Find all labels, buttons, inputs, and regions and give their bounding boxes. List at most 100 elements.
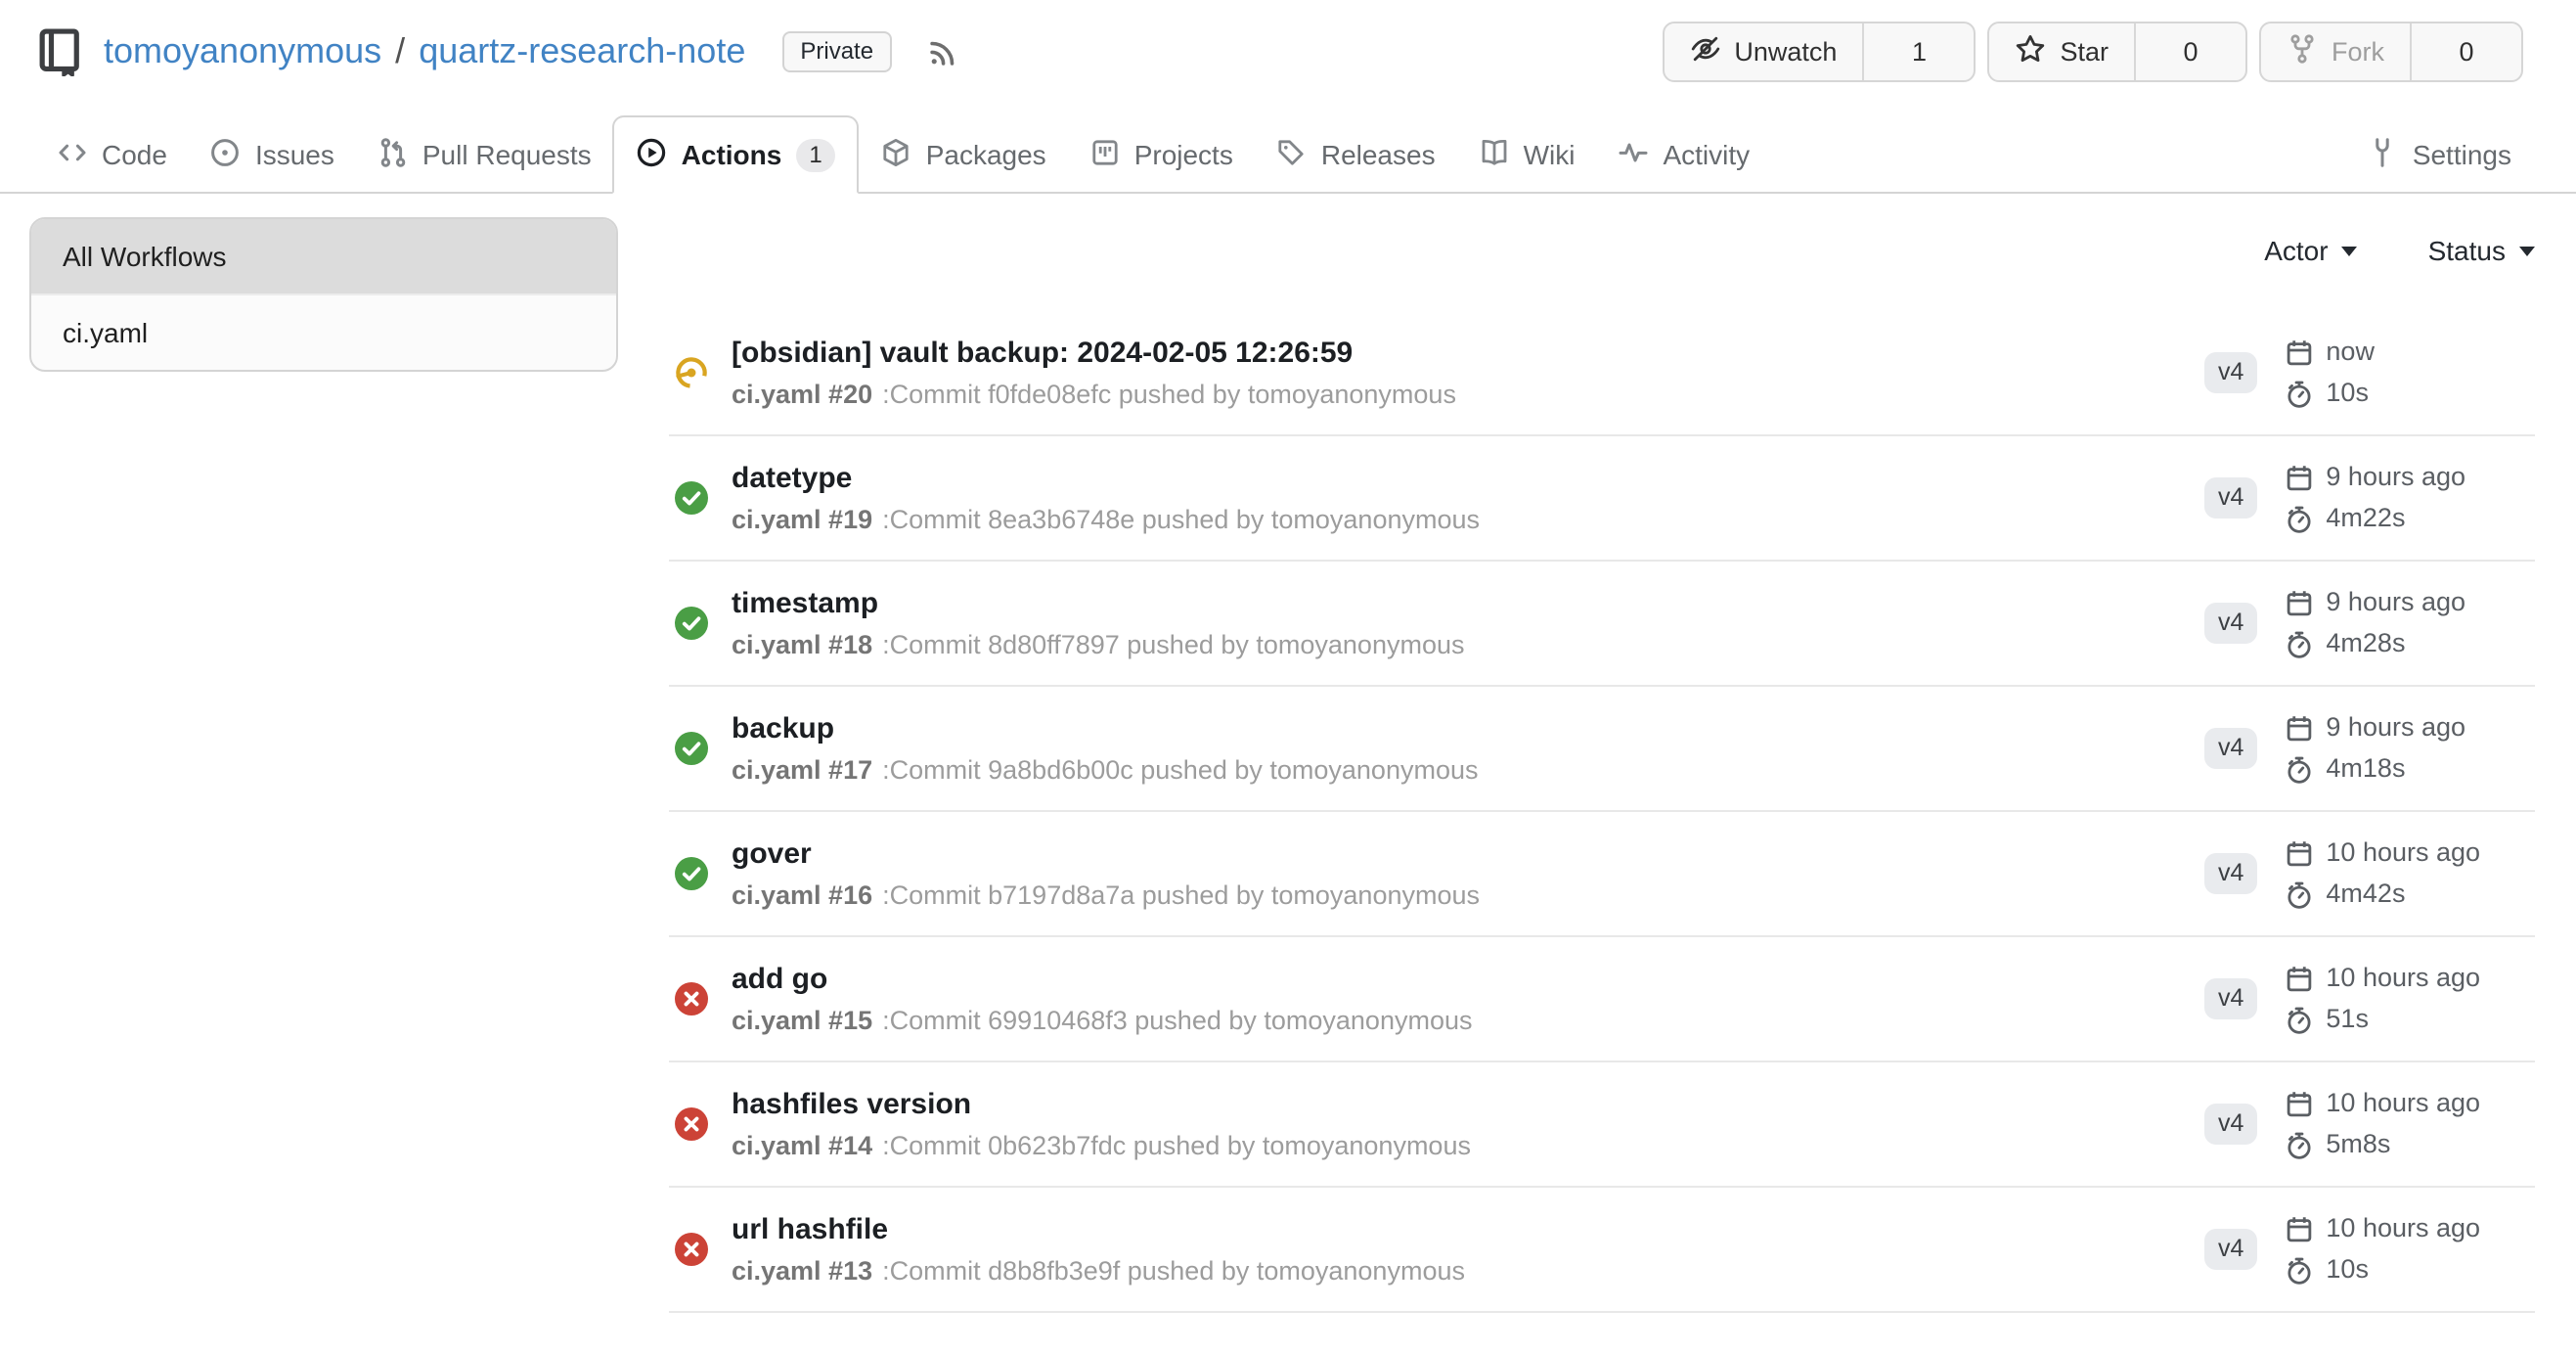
tab-issues-label: Issues [255, 139, 334, 170]
stopwatch-icon [2285, 880, 2314, 909]
actions-content: All Workflows ci.yaml Actor Status [0, 194, 2576, 1354]
run-subtitle: ci.yaml #20:Commit f0fde08efc pushed by … [732, 377, 2204, 412]
run-subtitle: ci.yaml #16:Commit b7197d8a7a pushed by … [732, 878, 2204, 913]
tab-settings[interactable]: Settings [2346, 117, 2533, 192]
actor-filter-dropdown[interactable]: Actor [2264, 235, 2357, 266]
run-title-link[interactable]: url hashfile [732, 1210, 2204, 1249]
watch-count[interactable]: 1 [1862, 23, 1974, 79]
run-title-link[interactable]: hashfiles version [732, 1085, 2204, 1124]
tab-packages[interactable]: Packages [860, 117, 1068, 192]
pull-request-icon [378, 136, 409, 173]
run-title-link[interactable]: gover [732, 835, 2204, 874]
tab-pull-requests[interactable]: Pull Requests [356, 117, 613, 192]
play-circle-icon [637, 136, 668, 173]
tab-actions[interactable]: Actions 1 [613, 115, 860, 194]
unwatch-button[interactable]: Unwatch 1 [1662, 21, 1976, 81]
ref-badge: v4 [2204, 603, 2257, 644]
in-progress-icon [675, 356, 708, 389]
run-list: [obsidian] vault backup: 2024-02-05 12:2… [669, 311, 2535, 1354]
calendar-icon [2285, 713, 2314, 743]
run-subtitle: ci.yaml #15:Commit 69910468f3 pushed by … [732, 1003, 2204, 1038]
ref-badge: v4 [2204, 352, 2257, 393]
run-subtitle: ci.yaml #13:Commit d8b8fb3e9f pushed by … [732, 1253, 2204, 1288]
run-when: 10 hours ago [2285, 961, 2480, 996]
calendar-icon [2285, 588, 2314, 617]
run-meta: 10 hours ago 10s [2285, 1211, 2480, 1287]
rss-feed-icon[interactable] [926, 34, 959, 68]
workflow-run-row[interactable]: gover ci.yaml #16:Commit b7197d8a7a push… [669, 812, 2535, 937]
actor-filter-label: Actor [2264, 235, 2328, 266]
star-button[interactable]: Star 0 [1987, 21, 2247, 81]
run-status-icon [675, 481, 708, 515]
tab-releases-label: Releases [1321, 139, 1436, 170]
tab-issues[interactable]: Issues [189, 117, 356, 192]
workflow-run-row[interactable]: datetype ci.yaml #19:Commit 8ea3b6748e p… [669, 436, 2535, 562]
success-icon [675, 732, 708, 765]
run-title-link[interactable]: backup [732, 709, 2204, 748]
fork-icon [2287, 32, 2318, 69]
tab-wiki-label: Wiki [1524, 139, 1576, 170]
calendar-icon [2285, 463, 2314, 492]
run-status-icon [675, 732, 708, 765]
workflow-ref: ci.yaml #13 [732, 1255, 872, 1285]
run-title-link[interactable]: timestamp [732, 584, 2204, 623]
run-subtitle: ci.yaml #14:Commit 0b623b7fdc pushed by … [732, 1128, 2204, 1163]
status-filter-dropdown[interactable]: Status [2428, 235, 2535, 266]
workflow-run-row[interactable]: [obsidian] vault backup: 2024-02-05 12:2… [669, 311, 2535, 436]
owner-link[interactable]: tomoyanonymous [104, 30, 381, 71]
commit-info: :Commit f0fde08efc pushed by tomoyanonym… [882, 379, 1456, 408]
stopwatch-icon [2285, 1005, 2314, 1034]
workflow-run-row[interactable]: url hashfile ci.yaml #13:Commit d8b8fb3e… [669, 1188, 2535, 1313]
fork-button[interactable]: Fork 0 [2259, 21, 2523, 81]
run-text: hashfiles version ci.yaml #14:Commit 0b6… [732, 1085, 2204, 1163]
workflow-run-row[interactable]: timestamp ci.yaml #18:Commit 8d80ff7897 … [669, 562, 2535, 687]
run-title-link[interactable]: datetype [732, 459, 2204, 498]
run-meta: 9 hours ago 4m18s [2285, 710, 2465, 787]
tab-actions-label: Actions [682, 139, 782, 170]
fork-count[interactable]: 0 [2410, 23, 2521, 79]
run-status-icon [675, 982, 708, 1016]
tab-pull-requests-label: Pull Requests [422, 139, 592, 170]
workflow-run-row[interactable]: backup ci.yaml #17 :Commit 9a8bd6b00c pus… [669, 687, 2535, 812]
failure-icon [675, 1107, 708, 1141]
book-icon [1479, 136, 1510, 173]
tab-activity[interactable]: Activity [1596, 117, 1771, 192]
tab-code[interactable]: Code [35, 117, 189, 192]
run-duration: 51s [2285, 1002, 2480, 1037]
sidebar-item-all-workflows[interactable]: All Workflows [31, 219, 616, 293]
tag-icon [1276, 136, 1308, 173]
workflow-run-row[interactable]: add cache again 10 hours ago [669, 1313, 2535, 1354]
visibility-badge: Private [782, 30, 891, 71]
run-title-link[interactable]: add go [732, 960, 2204, 999]
repo-header: tomoyanonymous / quartz-research-note Pr… [0, 0, 2576, 90]
run-status-icon [675, 356, 708, 389]
workflow-run-row[interactable]: add go ci.yaml #15:Commit 69910468f3 pus… [669, 937, 2535, 1062]
commit-info: :Commit 9a8bd6b00c pushed by tomoyanonym… [882, 754, 1478, 784]
tab-wiki[interactable]: Wiki [1457, 117, 1597, 192]
calendar-icon [2285, 338, 2314, 367]
sidebar-item-ci-yaml[interactable]: ci.yaml [31, 293, 616, 370]
stopwatch-icon [2285, 379, 2314, 408]
tab-code-label: Code [102, 139, 167, 170]
ref-badge: v4 [2204, 1229, 2257, 1270]
project-board-icon [1089, 136, 1121, 173]
run-title-link[interactable]: [obsidian] vault backup: 2024-02-05 12:2… [732, 334, 2204, 373]
ref-badge: v4 [2204, 978, 2257, 1019]
tab-releases[interactable]: Releases [1255, 117, 1457, 192]
repo-link[interactable]: quartz-research-note [419, 30, 745, 71]
workflow-ref: ci.yaml #17 [732, 754, 872, 784]
run-meta: 9 hours ago 4m22s [2285, 460, 2465, 536]
run-text: url hashfile ci.yaml #13:Commit d8b8fb3e… [732, 1210, 2204, 1288]
workflow-sidebar: All Workflows ci.yaml [29, 217, 618, 372]
run-meta: 10 hours ago 51s [2285, 961, 2480, 1037]
star-count[interactable]: 0 [2134, 23, 2245, 79]
run-meta-group: v4 10 hours ago 5m8s [2204, 1086, 2535, 1162]
success-icon [675, 607, 708, 640]
workflow-ref: ci.yaml #18 [732, 629, 872, 658]
run-duration: 4m22s [2285, 501, 2465, 536]
workflow-ref: ci.yaml #14 [732, 1130, 872, 1159]
workflow-run-row[interactable]: hashfiles version ci.yaml #14:Commit 0b6… [669, 1062, 2535, 1188]
run-meta-group: v4 10 hours ago 51s [2204, 961, 2535, 1037]
tab-projects[interactable]: Projects [1068, 117, 1255, 192]
run-duration: 10s [2285, 376, 2375, 411]
